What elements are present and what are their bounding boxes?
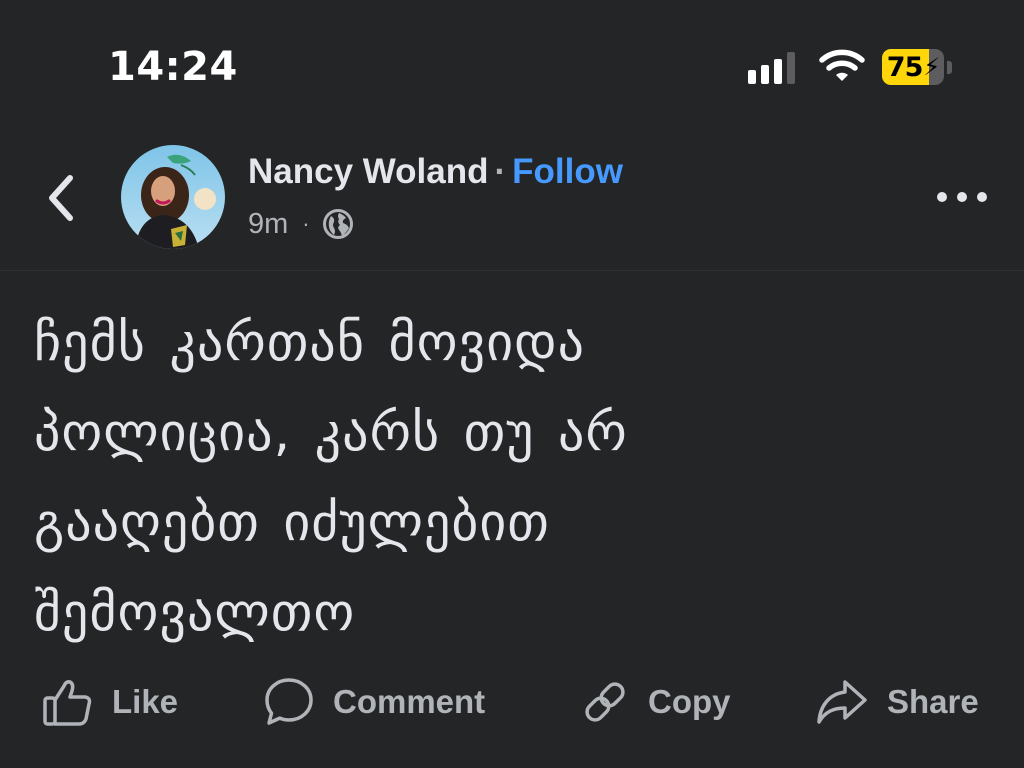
wifi-icon <box>819 49 865 81</box>
share-arrow-icon <box>817 680 867 724</box>
author-separator: · <box>494 152 507 191</box>
cellular-signal-icon <box>748 52 795 84</box>
copy-label: Copy <box>648 683 731 720</box>
post-text-line: შემოვალთო <box>34 583 356 643</box>
battery-percent-value: 75 <box>886 51 924 83</box>
copy-button[interactable]: Copy <box>580 672 731 732</box>
post-text: ჩემს კართან მოვიდა პოლიცია, კარს თუ არ გ… <box>34 298 994 658</box>
author-name[interactable]: Nancy Woland <box>248 152 489 191</box>
author-line: Nancy Woland · Follow <box>248 152 623 192</box>
chevron-left-icon[interactable] <box>40 172 84 224</box>
follow-button[interactable]: Follow <box>512 152 623 191</box>
battery-icon: 75 ⚡ <box>882 49 944 85</box>
thumbs-up-icon <box>43 680 92 726</box>
header-divider <box>0 270 1024 271</box>
post-text-line: გააღებთ იძულებით <box>34 493 550 553</box>
charging-bolt-icon: ⚡ <box>923 53 940 81</box>
globe-icon <box>322 209 353 239</box>
post-screen: 14:24 75 ⚡ Nancy Woland · Follow 9m · ჩე… <box>0 0 1024 768</box>
like-label: Like <box>112 683 179 720</box>
meta-separator: · <box>302 211 310 236</box>
status-time: 14:24 <box>108 44 238 90</box>
comment-label: Comment <box>333 683 486 720</box>
battery-percent: 75 ⚡ <box>882 49 944 85</box>
author-avatar[interactable] <box>121 145 225 249</box>
share-label: Share <box>887 683 979 720</box>
post-meta: 9m · <box>248 204 354 244</box>
avatar-image <box>121 145 225 249</box>
post-text-line: პოლიცია, კარს თუ არ <box>34 403 628 463</box>
status-bar: 14:24 75 ⚡ <box>0 0 1024 110</box>
post-timestamp[interactable]: 9m <box>248 208 288 241</box>
comment-bubble-icon <box>265 678 313 725</box>
share-button[interactable]: Share <box>815 672 979 732</box>
comment-button[interactable]: Comment <box>263 672 485 732</box>
post-text-line: ჩემს კართან მოვიდა <box>34 313 586 373</box>
link-icon <box>585 682 625 722</box>
more-options-icon[interactable] <box>930 180 994 214</box>
battery-terminal <box>947 61 952 74</box>
like-button[interactable]: Like <box>42 672 178 732</box>
